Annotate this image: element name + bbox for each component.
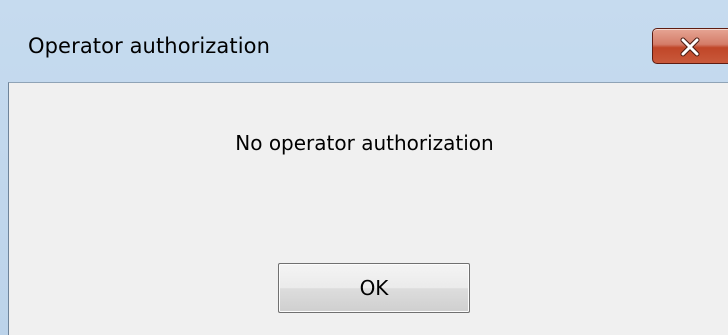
dialog-title: Operator authorization [28,34,271,58]
ok-button-label: OK [359,276,389,300]
title-bar[interactable]: Operator authorization [0,0,728,82]
dialog-message: No operator authorization [235,131,494,155]
dialog-window: Operator authorization No operator autho… [0,0,728,335]
ok-button[interactable]: OK [278,263,470,313]
close-button[interactable] [652,28,728,64]
dialog-body: No operator authorization OK [8,82,728,335]
